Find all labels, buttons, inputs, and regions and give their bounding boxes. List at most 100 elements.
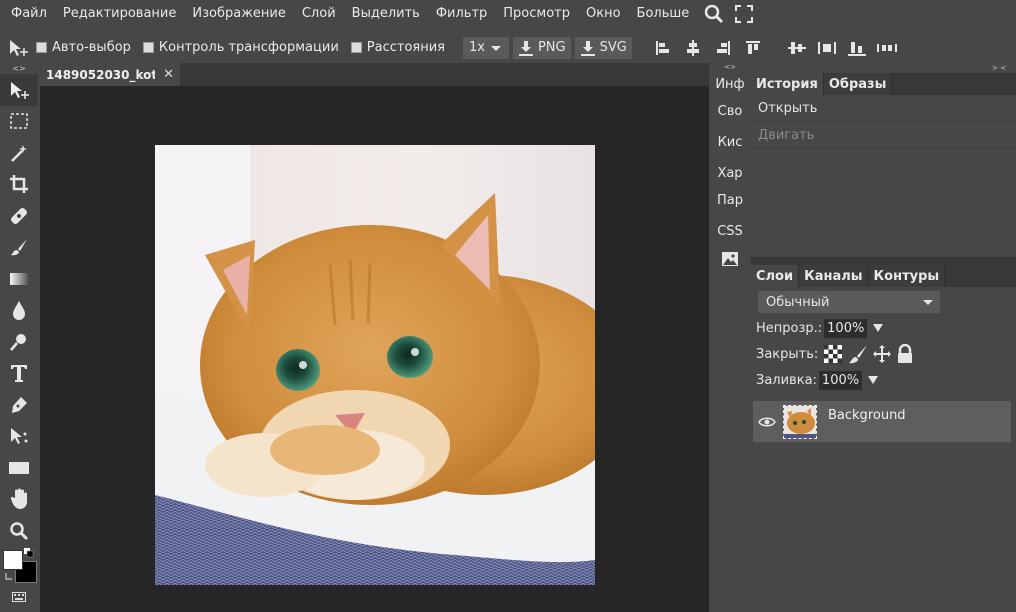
direct-select-icon <box>11 428 28 445</box>
panel-collapse[interactable]: <> <box>711 63 749 71</box>
tab-layers[interactable]: Слои <box>751 265 800 287</box>
image-icon <box>722 251 738 266</box>
move-tool[interactable] <box>0 74 38 106</box>
tab-snapshots[interactable]: Образы <box>823 73 893 95</box>
right-panels: > < История Образы Открыть Двигать Слои … <box>751 63 1016 612</box>
foreground-color-swatch[interactable] <box>3 549 23 570</box>
align-right-icon[interactable] <box>708 37 738 59</box>
cat-photo <box>155 145 595 585</box>
export-svg-button[interactable]: SVG <box>574 36 632 59</box>
menu-edit[interactable]: Редактирование <box>55 0 184 28</box>
align-middle-v-icon[interactable] <box>782 37 812 59</box>
canvas-image[interactable] <box>155 145 595 585</box>
fill-label: Заливка: <box>756 372 817 388</box>
brush-tool[interactable] <box>0 232 38 264</box>
color-swatches[interactable] <box>0 547 38 585</box>
lock-transparency-icon[interactable] <box>824 345 843 363</box>
tab-paths[interactable]: Контуры <box>868 265 946 287</box>
swap-colors-icon[interactable] <box>4 572 14 582</box>
menu-file[interactable]: Файл <box>0 0 55 28</box>
chevron-down-icon <box>490 45 501 51</box>
menu-view[interactable]: Просмотр <box>495 0 578 28</box>
distribute-icon[interactable] <box>812 37 842 59</box>
gradient-tool[interactable] <box>0 263 38 295</box>
png-label: PNG <box>537 40 566 55</box>
document-tab[interactable]: 1489052030_koti ✕ <box>40 63 180 86</box>
history-item-move[interactable]: Двигать <box>751 122 1016 149</box>
fullscreen-icon[interactable] <box>731 0 757 28</box>
checkbox-box[interactable] <box>142 42 154 53</box>
path-select-tool[interactable] <box>0 421 38 453</box>
shape-tool[interactable] <box>0 452 38 484</box>
align-bottom-icon[interactable] <box>842 37 872 59</box>
transform-controls-checkbox[interactable]: Контроль трансформации <box>142 40 339 55</box>
menu-window[interactable]: Окно <box>578 0 629 28</box>
chevron-down-icon[interactable] <box>867 375 879 385</box>
checkbox-box[interactable] <box>36 42 47 53</box>
text-tool[interactable] <box>0 358 38 390</box>
history-item-open[interactable]: Открыть <box>751 95 1016 122</box>
lock-all-icon[interactable] <box>896 344 914 364</box>
panel-collapse[interactable]: > < <box>751 63 1016 73</box>
quick-mask-tool[interactable] <box>0 585 38 609</box>
marquee-icon <box>10 113 28 129</box>
checkbox-box[interactable] <box>350 42 362 53</box>
history-tabs: История Образы <box>751 73 1016 95</box>
align-left-icon[interactable] <box>648 37 678 59</box>
blur-tool[interactable] <box>0 295 38 327</box>
properties-panel-button[interactable]: Сво <box>711 98 749 125</box>
options-bar: Авто-выбор Контроль трансформации Рассто… <box>0 33 903 62</box>
healing-tool[interactable] <box>0 200 38 232</box>
zoom-tool[interactable] <box>0 515 38 547</box>
document-area: 1489052030_koti ✕ <box>40 63 709 612</box>
lock-label: Закрыть: <box>756 346 819 362</box>
menu-layer[interactable]: Слой <box>294 0 344 28</box>
info-panel-button[interactable]: Инф <box>711 71 749 98</box>
tab-history[interactable]: История <box>751 73 824 95</box>
distances-checkbox[interactable]: Расстояния <box>350 40 445 55</box>
panel-collapse[interactable]: <> <box>0 64 38 74</box>
lock-position-icon[interactable] <box>872 344 892 364</box>
blend-mode-select[interactable]: Обычный <box>758 291 940 313</box>
hand-tool[interactable] <box>0 484 38 516</box>
distribute-h-icon[interactable] <box>872 37 902 59</box>
default-colors-icon[interactable] <box>24 547 34 558</box>
close-icon[interactable]: ✕ <box>163 67 174 82</box>
layer-thumbnail <box>783 404 817 439</box>
magic-wand-tool[interactable] <box>0 137 38 169</box>
pen-tool[interactable] <box>0 389 38 421</box>
lock-pixels-icon[interactable] <box>848 344 868 364</box>
align-center-h-icon[interactable] <box>678 37 708 59</box>
eye-icon[interactable] <box>753 416 781 428</box>
paragraph-panel-button[interactable]: Пар <box>711 187 749 214</box>
scale-select[interactable]: 1x <box>462 36 509 59</box>
auto-select-checkbox[interactable]: Авто-выбор <box>36 40 131 55</box>
menu-bar: Файл Редактирование Изображение Слой Выд… <box>0 0 1016 28</box>
chevron-down-icon[interactable] <box>872 323 884 333</box>
css-panel-button[interactable]: CSS <box>711 218 749 245</box>
character-panel-button[interactable]: Хар <box>711 160 749 187</box>
opacity-input[interactable]: 100% <box>824 318 868 338</box>
menu-filter[interactable]: Фильтр <box>428 0 495 28</box>
layer-name: Background <box>828 408 906 423</box>
menu-select[interactable]: Выделить <box>344 0 428 28</box>
marquee-tool[interactable] <box>0 106 38 138</box>
rectangle-icon <box>9 461 29 474</box>
tab-channels[interactable]: Каналы <box>799 265 869 287</box>
brush-panel-button[interactable]: Кис <box>711 129 749 156</box>
search-icon[interactable] <box>701 0 727 28</box>
fill-input[interactable]: 100% <box>818 370 863 390</box>
dodge-tool[interactable] <box>0 326 38 358</box>
collapsed-panels: <> Инф Сво Кис Хар Пар CSS <box>711 63 749 612</box>
zoom-icon <box>10 522 29 540</box>
lock-row: Закрыть: <box>751 341 1016 367</box>
export-png-button[interactable]: PNG <box>512 36 571 59</box>
menu-more[interactable]: Больше <box>629 0 698 28</box>
crop-tool[interactable] <box>0 169 38 201</box>
align-top-icon[interactable] <box>738 37 768 59</box>
image-panel-button[interactable] <box>711 245 749 272</box>
move-tool-icon <box>0 38 36 58</box>
menu-image[interactable]: Изображение <box>184 0 293 28</box>
auto-select-label: Авто-выбор <box>52 40 131 55</box>
layer-row[interactable]: Background <box>753 401 1011 442</box>
